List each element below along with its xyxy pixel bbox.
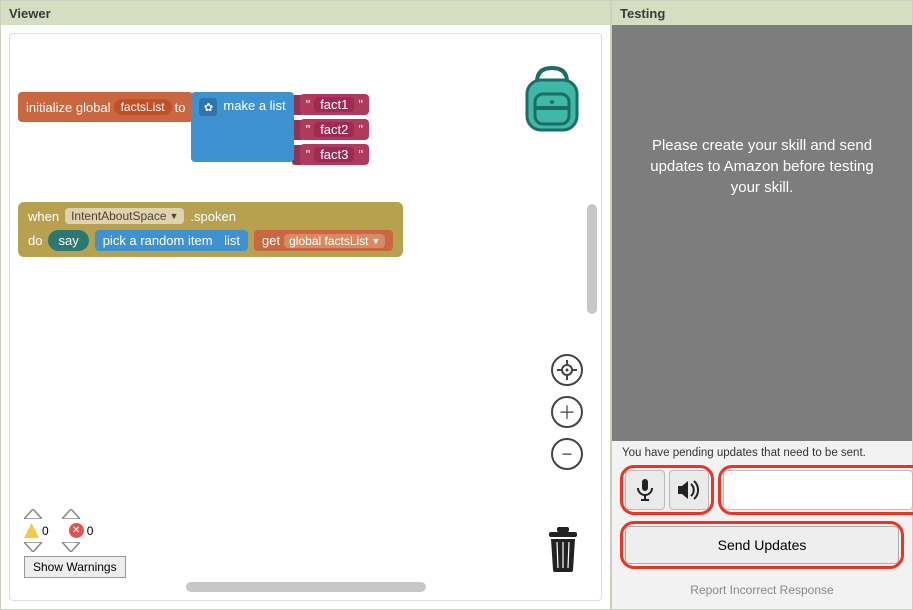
speaker-button[interactable] <box>669 470 709 510</box>
fact-list-items: " fact1 " " fact2 " " fact3 " <box>292 92 369 167</box>
mic-speaker-highlight <box>620 465 714 515</box>
viewer-header: Viewer <box>1 1 610 25</box>
text-input-highlight: Send <box>718 465 913 515</box>
viewer-workspace[interactable]: initialize global factsList to ✿ make a … <box>9 33 602 601</box>
chevron-down-icon: ▼ <box>372 236 381 246</box>
warnings-area: 0 ✕ 0 Show Warnings <box>24 509 126 578</box>
warning-down-1[interactable] <box>24 542 42 552</box>
fact-item-3[interactable]: " fact3 " <box>300 144 369 165</box>
zoom-in-button[interactable]: ＋ <box>551 396 583 428</box>
var-name-pill[interactable]: factsList <box>114 99 172 115</box>
send-updates-highlight: Send Updates <box>620 521 904 569</box>
trash-icon[interactable] <box>543 524 583 572</box>
vertical-scrollbar[interactable] <box>587 204 597 314</box>
backpack-icon[interactable] <box>521 64 583 134</box>
send-updates-button[interactable]: Send Updates <box>625 526 899 564</box>
block-init-global-var[interactable]: initialize global factsList to <box>18 92 193 122</box>
testing-panel: Testing Please create your skill and sen… <box>611 0 913 610</box>
report-incorrect-link[interactable]: Report Incorrect Response <box>620 575 904 599</box>
microphone-button[interactable] <box>625 470 665 510</box>
block-get-var[interactable]: get global factsList ▼ <box>254 230 393 251</box>
block-say[interactable]: say <box>48 230 88 251</box>
show-warnings-button[interactable]: Show Warnings <box>24 556 126 578</box>
horizontal-scrollbar[interactable] <box>186 582 426 592</box>
fact-item-2[interactable]: " fact2 " <box>300 119 369 140</box>
center-target-button[interactable] <box>551 354 583 386</box>
gear-icon[interactable]: ✿ <box>199 98 217 116</box>
block-make-a-list[interactable]: ✿ make a list <box>191 92 293 162</box>
viewer-title: Viewer <box>9 6 51 21</box>
warning-up-2[interactable] <box>62 509 80 519</box>
block-initialize-global[interactable]: initialize global factsList to ✿ make a … <box>18 92 369 167</box>
warning-up-1[interactable] <box>24 509 42 519</box>
warning-red-count: ✕ 0 <box>69 523 94 538</box>
testing-controls: You have pending updates that need to be… <box>612 441 912 609</box>
error-circle-icon: ✕ <box>69 523 84 538</box>
testing-title: Testing <box>620 6 665 21</box>
testing-text-input[interactable] <box>723 470 913 510</box>
block-when-intent[interactable]: when IntentAboutSpace ▼ .spoken do say <box>18 202 403 257</box>
testing-message-area: Please create your skill and send update… <box>612 25 912 441</box>
testing-header: Testing <box>612 1 912 25</box>
warning-yellow-count: 0 <box>24 523 49 538</box>
warning-triangle-icon <box>24 523 39 538</box>
get-var-dropdown[interactable]: global factsList ▼ <box>284 234 385 248</box>
workspace-tools: ＋ − <box>551 354 583 470</box>
pending-updates-text: You have pending updates that need to be… <box>620 447 904 459</box>
intent-dropdown[interactable]: IntentAboutSpace ▼ <box>65 208 184 224</box>
block-pick-random[interactable]: pick a random item list <box>95 230 248 251</box>
chevron-down-icon: ▼ <box>170 211 179 221</box>
zoom-out-button[interactable]: − <box>551 438 583 470</box>
fact-item-1[interactable]: " fact1 " <box>300 94 369 115</box>
viewer-panel: Viewer initialize global factsList to ✿ … <box>0 0 611 610</box>
warning-down-2[interactable] <box>62 542 80 552</box>
testing-message: Please create your skill and send update… <box>640 135 884 198</box>
